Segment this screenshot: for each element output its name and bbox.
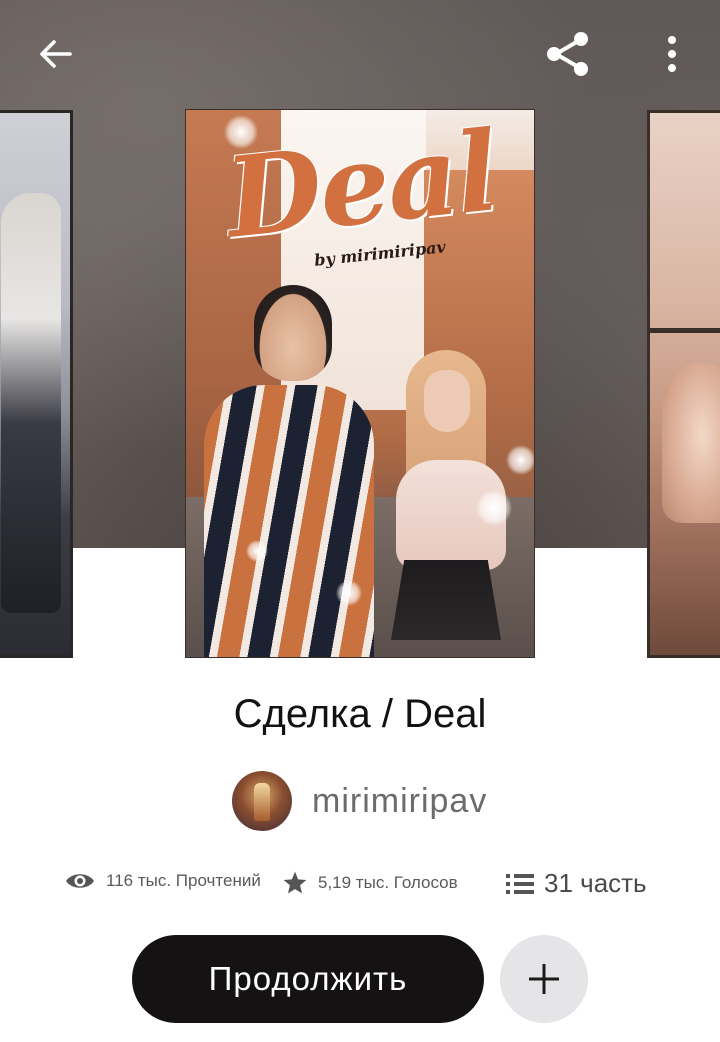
- votes-stat: 5,19 тыс. Голосов: [282, 870, 458, 896]
- avatar[interactable]: [232, 771, 292, 831]
- parts-count[interactable]: 31 часть: [544, 868, 647, 899]
- star-icon: [283, 871, 307, 894]
- cover-figure: [662, 363, 720, 523]
- share-icon: [547, 32, 588, 76]
- bokeh-light: [336, 580, 362, 606]
- bokeh-light: [246, 540, 268, 562]
- eye-icon: [66, 874, 94, 888]
- story-title: Сделка / Deal: [233, 692, 487, 736]
- more-options-button[interactable]: [642, 24, 702, 84]
- author-link[interactable]: mirimiripav: [232, 770, 487, 832]
- back-button[interactable]: [26, 24, 86, 84]
- reads-count: 116 тыс. Прочтений: [106, 871, 261, 890]
- previous-story-cover[interactable]: [0, 110, 73, 658]
- parts-stat[interactable]: 31 часть: [506, 868, 647, 899]
- list-icon: [506, 873, 534, 894]
- cover-figure: [1, 193, 61, 613]
- author-name[interactable]: mirimiripav: [312, 782, 487, 821]
- add-to-library-button[interactable]: [500, 935, 588, 1023]
- continue-reading-button[interactable]: Продолжить: [132, 935, 484, 1023]
- arrow-left-icon: [40, 40, 72, 68]
- bokeh-light: [506, 445, 534, 475]
- cover-divider: [650, 328, 720, 333]
- share-button[interactable]: [538, 24, 598, 84]
- reads-stat: 116 тыс. Прочтений: [64, 870, 261, 892]
- bokeh-light: [476, 490, 512, 526]
- cover-title-text: Deal: [219, 109, 503, 263]
- story-cover[interactable]: Deal by mirimiripav: [185, 109, 535, 658]
- votes-count: 5,19 тыс. Голосов: [318, 873, 458, 892]
- next-story-cover[interactable]: [647, 110, 720, 658]
- plus-icon: [529, 964, 559, 994]
- more-vertical-icon: [668, 36, 676, 72]
